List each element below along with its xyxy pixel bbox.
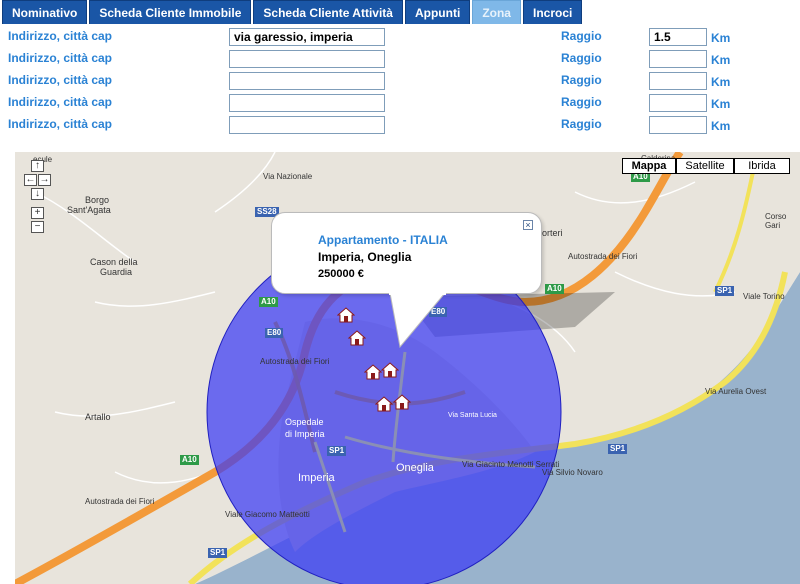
address-label: Indirizzo, città cap — [8, 95, 113, 109]
house-marker-icon[interactable] — [375, 396, 393, 412]
address-label: Indirizzo, città cap — [8, 117, 113, 131]
tab-appunti[interactable]: Appunti — [404, 0, 471, 24]
listing-title[interactable]: Appartamento - ITALIA — [318, 233, 448, 247]
address-field[interactable] — [229, 72, 385, 90]
zone-row: Indirizzo, città cap Raggio Km — [0, 48, 800, 70]
map-label: Viale Torino — [743, 292, 785, 301]
radius-field[interactable] — [649, 50, 707, 68]
tab-incroci[interactable]: Incroci — [522, 0, 583, 24]
pan-down-button[interactable]: ↓ — [31, 188, 44, 200]
road-shield: E80 — [265, 328, 284, 338]
radius-label: Raggio — [561, 117, 602, 131]
road-shield: SP1 — [208, 548, 228, 558]
tab-bar: Nominativo Scheda Cliente Immobile Sched… — [0, 0, 800, 24]
tab-scheda-cliente-immobile[interactable]: Scheda Cliente Immobile — [89, 0, 252, 24]
listing-place: Imperia, Oneglia — [318, 250, 412, 264]
road-shield: SP1 — [608, 444, 628, 454]
map-label: Artallo — [85, 412, 111, 422]
map-label: Via Aurelia Ovest — [705, 387, 767, 396]
zone-row: Indirizzo, città cap Raggio Km — [0, 70, 800, 92]
radius-label: Raggio — [561, 95, 602, 109]
map-label: Via Santa Lucia — [448, 412, 497, 419]
info-window: Appartamento - ITALIA Imperia, Oneglia 2… — [271, 212, 542, 294]
radius-field[interactable] — [649, 72, 707, 90]
radius-field[interactable] — [649, 28, 707, 46]
map-label: Cason della — [90, 257, 138, 267]
map-type-satellite-button[interactable]: Satellite — [676, 158, 734, 174]
zone-row: Indirizzo, città cap Raggio Km — [0, 92, 800, 114]
zone-row: Indirizzo, città cap Raggio Km — [0, 26, 800, 48]
address-field[interactable] — [229, 28, 385, 46]
map-label: Autostrada dei Fiori — [85, 497, 155, 506]
house-marker-icon[interactable] — [393, 394, 411, 410]
address-label: Indirizzo, città cap — [8, 29, 113, 43]
map-view[interactable]: Borgo Sant'Agata Cason della Guardia Art… — [15, 152, 800, 584]
zoom-out-button[interactable]: − — [31, 221, 44, 233]
house-marker-icon[interactable] — [337, 307, 355, 323]
map-label: orteri — [542, 228, 563, 238]
address-label: Indirizzo, città cap — [8, 73, 113, 87]
map-label: Autostrada dei Fiori — [568, 252, 638, 261]
road-shield: SP1 — [715, 286, 735, 296]
map-label: Guardia — [100, 267, 133, 277]
address-field[interactable] — [229, 116, 385, 134]
road-shield: A10 — [545, 284, 564, 294]
map-label: Imperia — [298, 472, 335, 484]
unit-label: Km — [711, 31, 731, 45]
close-icon[interactable]: × — [523, 220, 533, 230]
info-window-pointer — [389, 292, 446, 349]
listing-price: 250000 € — [318, 268, 364, 280]
tab-zona[interactable]: Zona — [472, 0, 521, 24]
pan-up-button[interactable]: ↑ — [31, 160, 44, 172]
radius-label: Raggio — [561, 51, 602, 65]
radius-label: Raggio — [561, 73, 602, 87]
house-marker-icon[interactable] — [381, 362, 399, 378]
map-label: Viale Giacomo Matteotti — [225, 510, 310, 519]
tab-nominativo[interactable]: Nominativo — [2, 0, 88, 24]
map-label: di Imperia — [285, 429, 325, 439]
radius-field[interactable] — [649, 116, 707, 134]
address-field[interactable] — [229, 50, 385, 68]
address-label: Indirizzo, città cap — [8, 51, 113, 65]
unit-label: Km — [711, 75, 731, 89]
radius-label: Raggio — [561, 29, 602, 43]
radius-field[interactable] — [649, 94, 707, 112]
map-label: Corso Gari — [765, 212, 787, 230]
map-type-map-button[interactable]: Mappa — [622, 158, 676, 174]
pan-right-button[interactable]: → — [38, 174, 51, 186]
unit-label: Km — [711, 53, 731, 67]
tab-scheda-cliente-attivita[interactable]: Scheda Cliente Attività — [253, 0, 403, 24]
road-shield: A10 — [180, 455, 199, 465]
map-label: Ospedale — [285, 417, 324, 427]
map-label: Via Nazionale — [263, 172, 313, 181]
address-field[interactable] — [229, 94, 385, 112]
zone-row: Indirizzo, città cap Raggio Km — [0, 114, 800, 136]
map-label: Oneglia — [396, 462, 434, 474]
unit-label: Km — [711, 119, 731, 133]
pan-left-button[interactable]: ← — [24, 174, 37, 186]
unit-label: Km — [711, 97, 731, 111]
map-label: Borgo — [85, 195, 110, 205]
map-label: Sant'Agata — [67, 205, 111, 215]
road-shield: A10 — [259, 297, 278, 307]
road-shield: SP1 — [327, 446, 347, 456]
house-marker-icon[interactable] — [364, 364, 382, 380]
map-label: Via Silvio Novaro — [542, 468, 603, 477]
house-marker-icon[interactable] — [348, 330, 366, 346]
zoom-in-button[interactable]: + — [31, 207, 44, 219]
zone-form: Indirizzo, città cap Raggio Km Indirizzo… — [0, 26, 800, 144]
map-label: Autostrada dei Fiori — [260, 357, 330, 366]
map-type-hybrid-button[interactable]: Ibrida — [734, 158, 790, 174]
